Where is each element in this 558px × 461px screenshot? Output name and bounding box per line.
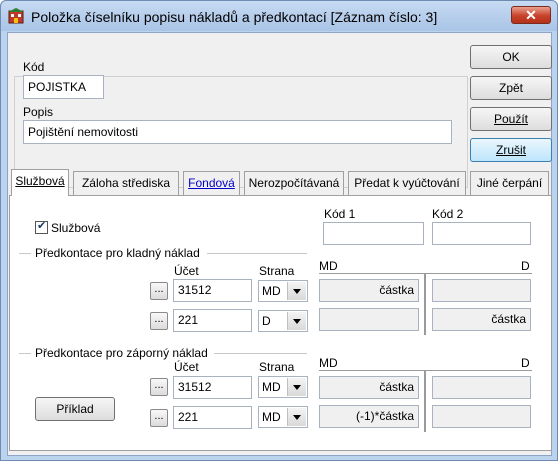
kladny-md-d-separator bbox=[424, 273, 426, 335]
kladny-row1-strana[interactable]: MD bbox=[258, 280, 308, 302]
zpet-button[interactable]: Zpět bbox=[470, 76, 552, 100]
kod-field[interactable]: POJISTKA bbox=[23, 75, 104, 99]
kod1-field[interactable] bbox=[323, 222, 424, 245]
kladny-divider-left bbox=[19, 253, 31, 254]
sluzbova-checkbox-label: Službová bbox=[51, 221, 101, 235]
zaporny-row1-strana[interactable]: MD bbox=[258, 376, 308, 398]
zaporny-strana-label: Strana bbox=[259, 360, 295, 374]
kladny-row2-strana-value: D bbox=[262, 314, 271, 328]
kladny-row2-md bbox=[319, 308, 419, 331]
sluzbova-checkbox[interactable] bbox=[35, 219, 48, 234]
zaporny-row1-browse-button[interactable]: ... bbox=[150, 378, 168, 396]
kladny-row2-browse-button[interactable]: ... bbox=[150, 312, 168, 330]
kod-label: Kód bbox=[23, 60, 45, 74]
kladny-row1-browse-button[interactable]: ... bbox=[150, 282, 168, 300]
kladny-row1-strana-value: MD bbox=[262, 284, 281, 298]
zaporny-row1-ucet[interactable]: 31512 bbox=[173, 376, 252, 399]
zaporny-row1-d bbox=[432, 376, 531, 399]
zaporny-row2-strana[interactable]: MD bbox=[258, 406, 308, 428]
zrusit-button[interactable]: Zrušit bbox=[470, 138, 552, 162]
kladny-row1-md: částka bbox=[319, 279, 419, 302]
tab-zaloha-strediska[interactable]: Záloha střediska bbox=[73, 171, 179, 195]
kladny-strana-label: Strana bbox=[259, 264, 295, 278]
kod2-field[interactable] bbox=[432, 222, 531, 245]
dialog-window: Položka číselníku popisu nákladů a předk… bbox=[0, 0, 558, 461]
ok-button[interactable]: OK bbox=[470, 45, 552, 69]
popis-label: Popis bbox=[23, 105, 54, 119]
zaporny-row2-strana-value: MD bbox=[262, 410, 281, 424]
app-icon bbox=[8, 8, 24, 24]
kladny-row1-d bbox=[432, 279, 531, 302]
tab-predat-k-vyuctovani[interactable]: Předat k vyúčtování bbox=[348, 171, 466, 195]
kladny-divider-right bbox=[207, 253, 307, 254]
zaporny-md-d-separator bbox=[424, 370, 426, 432]
window-title: Položka číselníku popisu nákladů a předk… bbox=[31, 9, 438, 25]
tab-fondova[interactable]: Fondová bbox=[183, 171, 240, 195]
kladny-md-label: MD bbox=[319, 259, 338, 273]
title-bar: Položka číselníku popisu nákladů a předk… bbox=[1, 1, 557, 31]
zaporny-row1-strana-value: MD bbox=[262, 380, 281, 394]
zaporny-divider-right bbox=[214, 353, 307, 354]
kladny-ucet-label: Účet bbox=[174, 264, 199, 278]
chevron-down-icon[interactable] bbox=[287, 408, 306, 426]
kladny-d-label: D bbox=[521, 259, 530, 273]
chevron-down-icon[interactable] bbox=[287, 378, 306, 396]
zaporny-divider-left bbox=[19, 353, 31, 354]
zaporny-d-label: D bbox=[521, 356, 530, 370]
zaporny-row2-d bbox=[432, 405, 531, 428]
zaporny-row2-browse-button[interactable]: ... bbox=[150, 409, 168, 427]
kladny-row2-d: částka bbox=[432, 308, 531, 331]
kladny-row2-strana[interactable]: D bbox=[258, 310, 308, 332]
kladny-row1-ucet[interactable]: 31512 bbox=[173, 279, 252, 302]
close-button[interactable]: ✕ bbox=[511, 6, 551, 24]
pouzit-button[interactable]: Použít bbox=[470, 107, 552, 131]
kladny-row2-ucet[interactable]: 221 bbox=[173, 309, 252, 332]
zaporny-ucet-label: Účet bbox=[174, 360, 199, 374]
tab-jine-cerpani[interactable]: Jiné čerpání bbox=[470, 171, 549, 195]
tab-sluzbova[interactable]: Službová bbox=[11, 169, 69, 196]
kod2-label: Kód 2 bbox=[432, 207, 464, 221]
chevron-down-icon[interactable] bbox=[287, 282, 306, 300]
popis-field[interactable]: Pojištění nemovitosti bbox=[23, 120, 452, 144]
tab-strip: Službová Záloha střediska Fondová Nerozp… bbox=[9, 169, 554, 196]
zaporny-row2-ucet[interactable]: 221 bbox=[173, 406, 252, 429]
priklad-button[interactable]: Příklad bbox=[35, 397, 115, 421]
zaporny-row1-md: částka bbox=[319, 376, 419, 399]
chevron-down-icon[interactable] bbox=[287, 312, 306, 330]
tab-nerozpocitavana[interactable]: Nerozpočítávaná bbox=[244, 171, 344, 195]
zaporny-section-label: Předkontace pro záporný náklad bbox=[35, 346, 208, 360]
kod1-label: Kód 1 bbox=[324, 207, 356, 221]
kladny-section-label: Předkontace pro kladný náklad bbox=[35, 246, 200, 260]
zaporny-row2-md: (-1)*částka bbox=[319, 405, 419, 428]
zaporny-md-label: MD bbox=[319, 356, 338, 370]
